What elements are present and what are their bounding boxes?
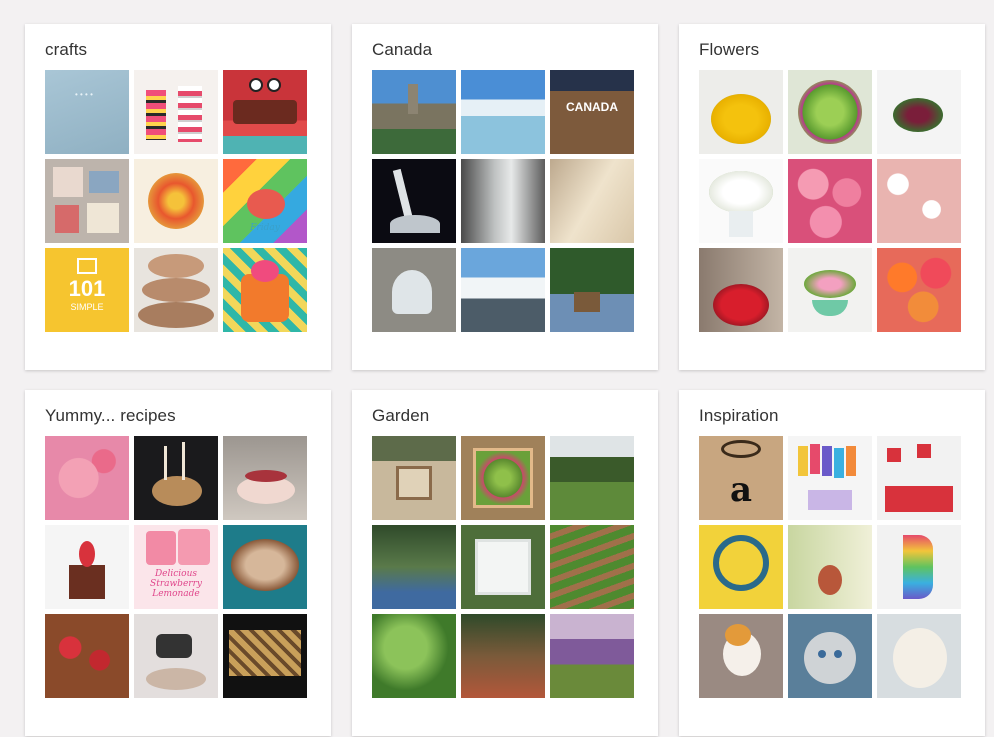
pin-thumbnail[interactable] bbox=[372, 70, 456, 154]
pin-thumbnail[interactable] bbox=[877, 525, 961, 609]
pin-thumbnail[interactable] bbox=[134, 159, 218, 243]
board-thumbnail-grid[interactable]: • • • • Friday 101 SIMPLE bbox=[45, 70, 310, 335]
pin-thumbnail[interactable] bbox=[699, 525, 783, 609]
pin-thumbnail[interactable]: • • • • bbox=[45, 70, 129, 154]
pin-thumbnail[interactable] bbox=[699, 159, 783, 243]
board-card-flowers[interactable]: Flowers bbox=[679, 24, 985, 370]
board-thumbnail-grid[interactable] bbox=[699, 70, 964, 335]
pin-thumbnail[interactable] bbox=[372, 614, 456, 698]
pin-thumbnail[interactable] bbox=[550, 159, 634, 243]
pin-thumbnail[interactable]: 101 SIMPLE bbox=[45, 248, 129, 332]
pin-thumbnail[interactable] bbox=[134, 614, 218, 698]
pin-thumbnail[interactable] bbox=[550, 248, 634, 332]
pin-thumbnail[interactable] bbox=[223, 248, 307, 332]
pin-thumbnail[interactable] bbox=[372, 436, 456, 520]
pin-thumbnail[interactable]: a bbox=[699, 436, 783, 520]
pin-thumbnail[interactable] bbox=[550, 436, 634, 520]
thumb-text: Delicious Strawberry Lemonade bbox=[150, 569, 202, 599]
pin-thumbnail[interactable] bbox=[223, 614, 307, 698]
board-card-canada[interactable]: Canada CANADA bbox=[352, 24, 658, 370]
pin-thumbnail[interactable] bbox=[461, 614, 545, 698]
pin-thumbnail[interactable] bbox=[877, 248, 961, 332]
pin-thumbnail[interactable] bbox=[550, 614, 634, 698]
pin-thumbnail[interactable] bbox=[461, 70, 545, 154]
pin-thumbnail[interactable] bbox=[788, 70, 872, 154]
board-card-garden[interactable]: Garden bbox=[352, 390, 658, 736]
pin-thumbnail[interactable] bbox=[45, 159, 129, 243]
pin-thumbnail[interactable] bbox=[788, 248, 872, 332]
pin-thumbnail[interactable] bbox=[788, 614, 872, 698]
pin-thumbnail[interactable] bbox=[134, 70, 218, 154]
pin-thumbnail[interactable] bbox=[788, 159, 872, 243]
pin-thumbnail[interactable] bbox=[223, 436, 307, 520]
thumb-text: 101 bbox=[68, 276, 106, 301]
pin-thumbnail[interactable] bbox=[134, 436, 218, 520]
pin-thumbnail[interactable] bbox=[699, 70, 783, 154]
board-card-crafts[interactable]: crafts • • • • Friday 101 SIMPLE bbox=[25, 24, 331, 370]
board-card-inspiration[interactable]: Inspiration a bbox=[679, 390, 985, 736]
board-title[interactable]: crafts bbox=[45, 40, 87, 60]
pin-thumbnail[interactable] bbox=[699, 248, 783, 332]
thumb-text: CANADA bbox=[566, 100, 618, 114]
pin-thumbnail[interactable] bbox=[372, 525, 456, 609]
pin-thumbnail[interactable] bbox=[461, 248, 545, 332]
pin-thumbnail[interactable] bbox=[788, 436, 872, 520]
pin-thumbnail[interactable] bbox=[788, 525, 872, 609]
board-title[interactable]: Flowers bbox=[699, 40, 759, 60]
pin-thumbnail[interactable] bbox=[223, 525, 307, 609]
pin-thumbnail[interactable] bbox=[461, 525, 545, 609]
pin-thumbnail[interactable] bbox=[134, 248, 218, 332]
pin-thumbnail[interactable] bbox=[372, 248, 456, 332]
board-title[interactable]: Inspiration bbox=[699, 406, 779, 426]
board-thumbnail-grid[interactable]: CANADA bbox=[372, 70, 637, 335]
pin-thumbnail[interactable] bbox=[45, 525, 129, 609]
pin-thumbnail[interactable] bbox=[877, 436, 961, 520]
board-thumbnail-grid[interactable]: a bbox=[699, 436, 964, 701]
pin-thumbnail[interactable] bbox=[877, 159, 961, 243]
pin-thumbnail[interactable]: Delicious Strawberry Lemonade bbox=[134, 525, 218, 609]
pin-thumbnail[interactable] bbox=[223, 70, 307, 154]
board-card-recipes[interactable]: Yummy... recipes Delicious Strawberry Le… bbox=[25, 390, 331, 736]
pin-thumbnail[interactable]: CANADA bbox=[550, 70, 634, 154]
pin-thumbnail[interactable] bbox=[45, 614, 129, 698]
pin-thumbnail[interactable]: Friday bbox=[223, 159, 307, 243]
pin-thumbnail[interactable] bbox=[550, 525, 634, 609]
pin-thumbnail[interactable] bbox=[877, 614, 961, 698]
board-title[interactable]: Canada bbox=[372, 40, 432, 60]
pin-thumbnail[interactable] bbox=[372, 159, 456, 243]
pin-thumbnail[interactable] bbox=[461, 436, 545, 520]
thumb-text: a bbox=[729, 470, 753, 510]
pin-thumbnail[interactable] bbox=[877, 70, 961, 154]
board-thumbnail-grid[interactable] bbox=[372, 436, 637, 701]
pin-thumbnail[interactable] bbox=[45, 436, 129, 520]
board-title[interactable]: Garden bbox=[372, 406, 429, 426]
pin-thumbnail[interactable] bbox=[699, 614, 783, 698]
board-thumbnail-grid[interactable]: Delicious Strawberry Lemonade bbox=[45, 436, 310, 701]
board-title[interactable]: Yummy... recipes bbox=[45, 406, 176, 426]
thumb-text: SIMPLE bbox=[70, 302, 104, 312]
pin-thumbnail[interactable] bbox=[461, 159, 545, 243]
